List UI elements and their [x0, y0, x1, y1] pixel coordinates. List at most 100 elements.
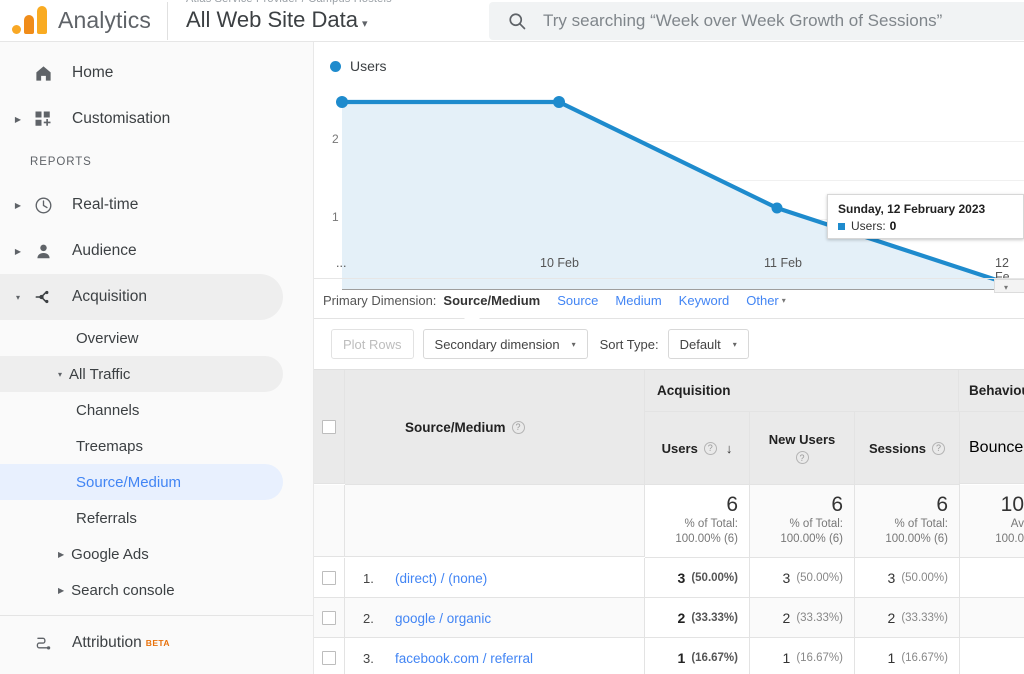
new-users-header-cell[interactable]: New Users ?	[750, 412, 855, 485]
totals-new-users-value: 6	[831, 493, 843, 516]
primary-dimension-medium[interactable]: Medium	[615, 293, 661, 308]
collapse-arrow-icon[interactable]: ▾	[58, 370, 62, 379]
help-icon[interactable]: ?	[795, 451, 809, 464]
row-dimension-cell: 3. facebook.com / referral	[345, 638, 645, 674]
help-icon[interactable]: ?	[932, 441, 946, 455]
table-controls: Plot Rows Secondary dimension ▾ Sort Typ…	[314, 319, 1024, 369]
primary-dimension-active[interactable]: Source/Medium	[443, 293, 540, 308]
plot-rows-label: Plot Rows	[343, 336, 402, 352]
sessions-header-cell[interactable]: Sessions ?	[855, 412, 960, 485]
row-checkbox[interactable]	[322, 610, 336, 625]
sidebar-subitem-label: All Traffic	[69, 365, 131, 383]
x-axis-tick-1: 10 Feb	[540, 256, 579, 270]
property-selector[interactable]: Atlas Service Provider / Campus Hostels …	[168, 0, 392, 42]
primary-dimension-keyword[interactable]: Keyword	[679, 293, 730, 308]
sidebar-item-google-ads[interactable]: ▶ Google Ads	[0, 536, 313, 572]
acquisition-group-column: Acquisition Users ? ↓ New Users ? Sessio…	[645, 370, 960, 485]
row-dimension-cell: 1. (direct) / (none)	[345, 558, 645, 598]
acquisition-group-label: Acquisition	[657, 383, 731, 398]
table-totals-row: 6 % of Total: 100.00% (6) 6 % of Total: …	[314, 485, 1024, 558]
row-new-users-value: 3	[782, 570, 791, 586]
bounce-rate-header-cell[interactable]: Bounce	[959, 412, 1024, 484]
tooltip-series-swatch-icon	[838, 222, 845, 230]
table-row[interactable]: 1. (direct) / (none) 3 (50.00%) 3 (50.00…	[314, 558, 1024, 598]
sidebar-item-source-medium[interactable]: Source/Medium	[0, 464, 283, 500]
row-source-medium-link[interactable]: google / organic	[395, 611, 491, 626]
sidebar-subitem-label: Overview	[76, 329, 139, 347]
primary-dimension-other[interactable]: Other	[746, 293, 779, 308]
expand-arrow-icon[interactable]: ▶	[6, 201, 30, 210]
primary-dimension-source[interactable]: Source	[557, 293, 598, 308]
secondary-dimension-label: Secondary dimension	[434, 336, 560, 352]
select-all-checkbox[interactable]	[322, 419, 336, 434]
row-checkbox-cell[interactable]	[314, 638, 345, 674]
collapse-arrow-icon[interactable]: ▾	[6, 293, 30, 302]
totals-sessions-line2: 100.00% (6)	[885, 533, 948, 545]
row-source-medium-link[interactable]: facebook.com / referral	[395, 651, 533, 666]
row-sessions-value: 2	[887, 610, 896, 626]
sidebar-item-channels[interactable]: Channels	[0, 392, 313, 428]
help-icon[interactable]: ?	[511, 420, 525, 434]
sidebar-divider	[0, 615, 313, 616]
row-checkbox[interactable]	[322, 650, 336, 665]
tooltip-date: Sunday, 12 February 2023	[838, 202, 986, 216]
secondary-dimension-dropdown[interactable]: Secondary dimension ▾	[422, 329, 588, 359]
row-sessions-value: 1	[887, 650, 896, 666]
select-all-checkbox-cell[interactable]	[314, 370, 345, 484]
acquisition-icon	[30, 285, 56, 309]
reports-section-header: REPORTS	[30, 156, 92, 168]
sidebar-item-overview[interactable]: Overview	[0, 320, 313, 356]
users-header: Users ? ↓	[645, 412, 749, 484]
users-line-chart[interactable]: Users 2 1 ... 10 Feb 11 Feb 12 Fe Sunday…	[314, 42, 1024, 293]
sidebar-item-search-console[interactable]: ▶ Search console	[0, 572, 313, 608]
row-bounce-rate-cell	[960, 558, 1024, 598]
sort-descending-icon[interactable]: ↓	[726, 441, 733, 456]
sidebar-item-referrals[interactable]: Referrals	[0, 500, 313, 536]
sidebar-item-customisation[interactable]: ▶ Customisation	[0, 96, 313, 142]
sidebar-item-label: Customisation	[72, 110, 171, 127]
row-checkbox[interactable]	[322, 570, 336, 585]
expand-arrow-icon[interactable]: ▶	[58, 586, 64, 595]
dimension-header-cell[interactable]: Source/Medium ?	[345, 370, 645, 485]
sort-type-label: Sort Type:	[599, 336, 659, 352]
sort-type-dropdown[interactable]: Default ▾	[667, 329, 749, 359]
row-sessions-pct: (16.67%)	[901, 652, 948, 664]
plot-rows-button[interactable]: Plot Rows	[331, 329, 414, 359]
row-source-medium-link[interactable]: (direct) / (none)	[395, 571, 487, 586]
sidebar-item-label: Real-time	[72, 196, 139, 213]
row-index: 2.	[363, 610, 374, 626]
bounce-rate-header-label: Bounce	[969, 438, 1024, 456]
users-header-label: Users	[661, 440, 698, 456]
totals-sessions-value: 6	[936, 493, 948, 516]
sidebar-item-audience[interactable]: ▶ Audience	[0, 228, 313, 274]
table-row[interactable]: 2. google / organic 2 (33.33%) 2 (33.33%…	[314, 598, 1024, 638]
view-name-text: All Web Site Data	[185, 6, 358, 32]
sidebar-item-all-traffic[interactable]: ▾ All Traffic	[0, 356, 283, 392]
expand-arrow-icon[interactable]: ▶	[58, 550, 64, 559]
help-icon[interactable]: ?	[703, 441, 717, 455]
table-row[interactable]: 3. facebook.com / referral 1 (16.67%) 1 …	[314, 638, 1024, 674]
chart-legend[interactable]: Users	[330, 58, 387, 74]
chart-bottom-border	[314, 278, 1024, 279]
sidebar-item-attribution[interactable]: Attribution BETA	[0, 620, 313, 666]
row-checkbox-cell[interactable]	[314, 558, 345, 598]
users-header-cell[interactable]: Users ? ↓	[645, 412, 750, 485]
sidebar-item-label: Audience	[72, 242, 137, 259]
sidebar-item-label: Attribution	[72, 634, 142, 651]
sidebar-item-real-time[interactable]: ▶ Real-time	[0, 182, 313, 228]
sidebar-item-acquisition[interactable]: ▾ Acquisition	[0, 274, 283, 320]
chart-tooltip: Sunday, 12 February 2023 Users: 0	[827, 194, 1024, 239]
brand-title: Analytics	[58, 7, 151, 33]
expand-arrow-icon[interactable]: ▶	[6, 115, 30, 124]
sidebar-subitem-label: Referrals	[76, 509, 137, 527]
chevron-down-icon[interactable]: ▾	[782, 296, 786, 305]
sidebar-nav[interactable]: Home ▶ Customisation REPORTS ▶ Real-time…	[0, 42, 314, 674]
tooltip-metric-row: Users: 0	[838, 219, 1013, 233]
search-placeholder: Try searching “Week over Week Growth of …	[543, 11, 943, 30]
expand-arrow-icon[interactable]: ▶	[6, 247, 30, 256]
sidebar-item-treemaps[interactable]: Treemaps	[0, 428, 313, 464]
row-checkbox-cell[interactable]	[314, 598, 345, 638]
search-bar[interactable]: Try searching “Week over Week Growth of …	[489, 2, 1024, 40]
totals-new-users-line1: % of Total:	[789, 518, 844, 530]
sidebar-item-home[interactable]: Home	[0, 50, 313, 96]
